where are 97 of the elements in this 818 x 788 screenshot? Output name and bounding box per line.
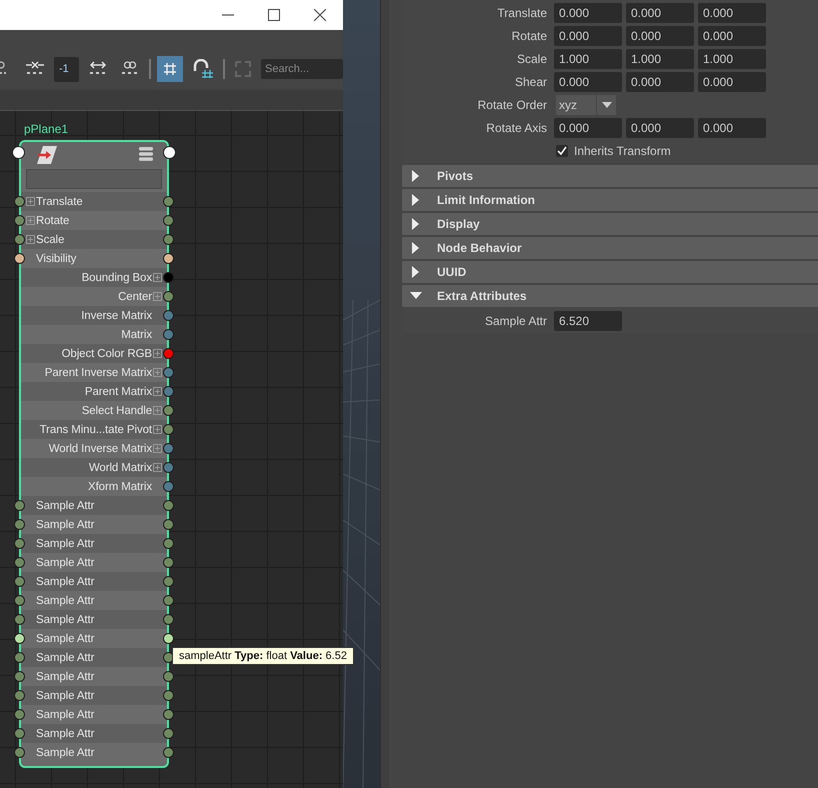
value-field[interactable]: 0.000 (626, 72, 694, 92)
attribute-port[interactable] (163, 633, 174, 644)
attribute-row[interactable]: Sample Attr (21, 572, 167, 591)
attribute-row[interactable]: Inverse Matrix (21, 306, 167, 325)
menu-icon[interactable] (139, 147, 153, 161)
checkbox-label[interactable]: Inherits Transform (574, 144, 671, 158)
attribute-row[interactable]: Sample Attr (21, 610, 167, 629)
value-field[interactable]: 0.000 (698, 72, 766, 92)
section-header[interactable]: Node Behavior (402, 237, 818, 259)
value-field[interactable]: 0.000 (554, 72, 622, 92)
attribute-label: Sample Attr (36, 728, 94, 740)
attribute-port[interactable] (14, 633, 25, 644)
attribute-row[interactable]: Parent Matrix (21, 382, 167, 401)
tooltip: sampleAttr Type: float Value: 6.52 (172, 647, 354, 665)
search-field[interactable]: Search... (261, 59, 343, 79)
attribute-label: Scale (36, 234, 64, 246)
maximize-icon[interactable] (268, 9, 280, 21)
attribute-label: Inverse Matrix (80, 310, 152, 322)
collapse-triangle-icon (410, 292, 422, 300)
attribute-label: World Matrix (88, 462, 152, 474)
graph-node[interactable] (19, 140, 169, 768)
section-header[interactable]: UUID (402, 261, 818, 283)
attribute-label: Sample Attr (36, 500, 94, 512)
attribute-row[interactable]: Sample Attr (21, 686, 167, 705)
attribute-label: Matrix (120, 328, 152, 340)
attribute-label: Sample Attr (36, 576, 94, 588)
attribute-label: Parent Inverse Matrix (44, 366, 152, 378)
attribute-label: Bounding Box (80, 272, 152, 284)
attribute-label: Visibility (36, 252, 76, 264)
attribute-label: Shear (514, 74, 547, 88)
attribute-label: Rotate (36, 214, 70, 226)
transform-node-icon (35, 145, 59, 165)
close-icon[interactable] (314, 9, 326, 21)
attribute-label: Center (117, 290, 152, 302)
attribute-label: Sample Attr (36, 746, 94, 758)
grid-icon (163, 62, 177, 76)
attribute-row[interactable]: Scale (21, 230, 167, 249)
attribute-row[interactable]: Object Color RGB (21, 344, 167, 363)
attribute-label: Sample Attr (36, 614, 94, 626)
attribute-port[interactable] (163, 253, 174, 264)
value-field[interactable]: 0.000 (626, 26, 694, 46)
attribute-label: Sample Attr (36, 538, 94, 550)
attribute-label: Sample Attr (36, 518, 94, 530)
attribute-row[interactable]: Bounding Box (21, 268, 167, 287)
value-field[interactable]: 1.000 (626, 48, 694, 68)
value-field[interactable]: 1.000 (554, 48, 622, 68)
attribute-label: Translate (496, 6, 547, 20)
attribute-label: Sample Attr (36, 632, 94, 644)
attribute-label: Rotate Order (476, 98, 547, 112)
attribute-label: Parent Matrix (84, 386, 152, 398)
attribute-row[interactable]: World Matrix (21, 458, 167, 477)
value-field[interactable]: 0.000 (626, 118, 694, 138)
attribute-row[interactable]: Trans Minu...tate Pivot (21, 420, 167, 439)
attribute-label: Sample Attr (36, 670, 94, 682)
section-header[interactable]: Pivots (402, 165, 818, 187)
frame-field[interactable]: -1 (54, 56, 79, 82)
attribute-row[interactable]: Sample Attr (21, 724, 167, 743)
attribute-label: Xform Matrix (87, 480, 152, 492)
checkbox[interactable] (556, 144, 568, 156)
attribute-port[interactable] (14, 253, 25, 264)
value-field[interactable]: 6.520 (554, 310, 622, 330)
section-header[interactable]: Extra Attributes (402, 285, 818, 307)
attribute-label: Object Color RGB (60, 348, 152, 360)
attribute-label: Rotate Axis (485, 120, 547, 134)
magnet-grid-icon[interactable] (192, 59, 214, 79)
node-title: pPlane1 (24, 122, 68, 136)
attribute-row[interactable]: Sample Attr (21, 496, 167, 515)
attribute-row[interactable]: Translate (21, 192, 167, 211)
section-header[interactable]: Limit Information (402, 189, 818, 211)
attribute-label: World Inverse Matrix (48, 442, 152, 454)
caret-icon (602, 102, 612, 108)
attribute-label: Rotate (510, 28, 547, 42)
attribute-label: Select Handle (80, 404, 152, 416)
attribute-label: Sample Attr (36, 556, 94, 568)
attribute-label: Translate (36, 196, 83, 208)
attribute-row[interactable]: Sample Attr (21, 534, 167, 553)
value-field[interactable]: 0.000 (554, 118, 622, 138)
input-port[interactable] (12, 146, 25, 159)
attribute-row[interactable]: Sample Attr (21, 648, 167, 667)
value-field[interactable]: 0.000 (554, 26, 622, 46)
attribute-label: Sample Attr (36, 708, 94, 720)
attribute-label: Sample Attr (484, 314, 547, 328)
output-port[interactable] (163, 146, 176, 159)
value-field[interactable]: 1.000 (698, 48, 766, 68)
filter-field[interactable] (26, 169, 162, 189)
value-field[interactable]: 0.000 (698, 26, 766, 46)
attribute-label: Sample Attr (36, 594, 94, 606)
value-field[interactable]: 0.000 (698, 118, 766, 138)
section-header[interactable]: Display (402, 213, 818, 235)
value-field[interactable]: 0.000 (698, 2, 766, 22)
attribute-label: Trans Minu...tate Pivot (38, 424, 152, 436)
value-field[interactable]: 0.000 (626, 2, 694, 22)
grid-button[interactable] (157, 56, 183, 82)
value-field[interactable]: 0.000 (554, 2, 622, 22)
attribute-label: Sample Attr (36, 652, 94, 664)
attribute-label: Sample Attr (36, 690, 94, 702)
attribute-label: Scale (516, 52, 547, 66)
